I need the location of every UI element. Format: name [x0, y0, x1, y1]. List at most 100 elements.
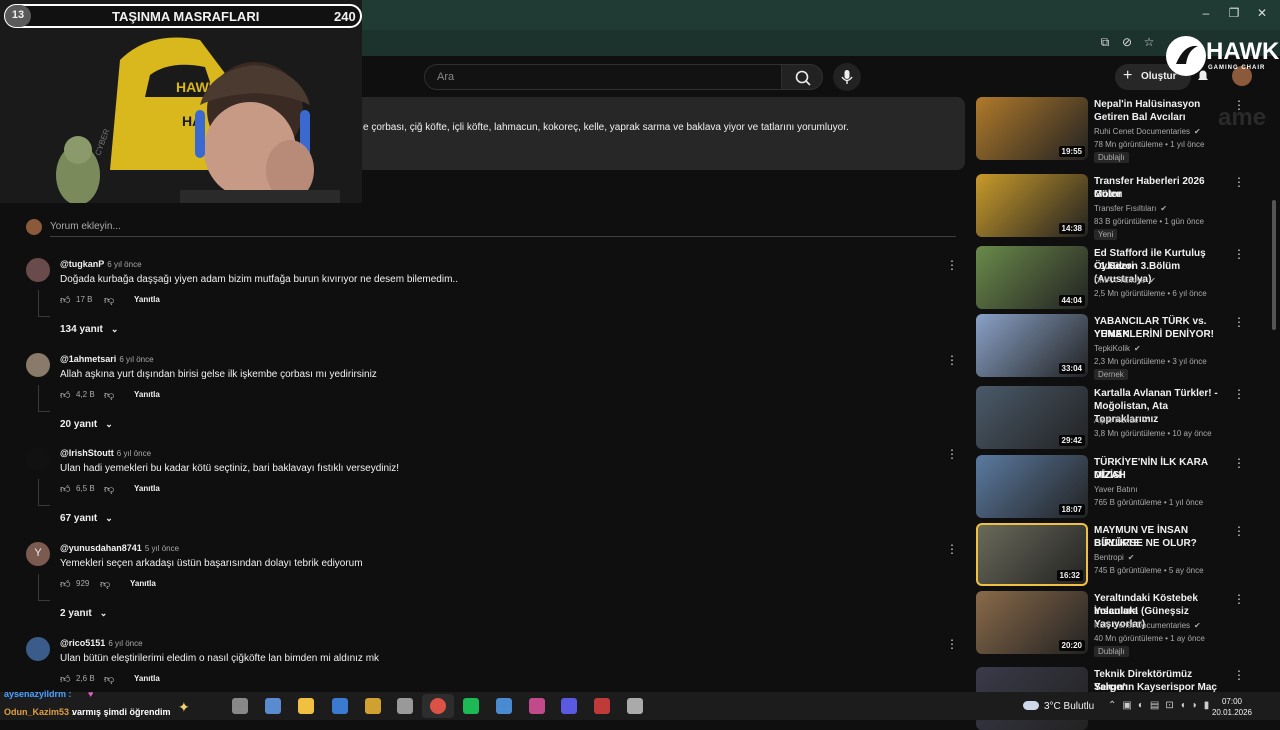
- video-thumbnail[interactable]: 18:07: [976, 455, 1088, 518]
- video-title[interactable]: DİZİSİ: [1094, 469, 1228, 482]
- search-button[interactable]: [781, 64, 823, 90]
- like-icon[interactable]: 👍︎: [60, 673, 70, 685]
- video-thumbnail[interactable]: 19:55: [976, 97, 1088, 160]
- video-menu-icon[interactable]: ⋮: [1233, 592, 1245, 606]
- video-channel[interactable]: Alper Rende ✔: [1094, 414, 1149, 427]
- close-window-button[interactable]: ✕: [1254, 6, 1270, 22]
- copilot-icon[interactable]: [265, 698, 281, 714]
- comment-avatar[interactable]: [26, 637, 50, 661]
- comment-avatar[interactable]: [26, 447, 50, 471]
- video-menu-icon[interactable]: ⋮: [1233, 315, 1245, 329]
- video-title[interactable]: Motor: [1094, 188, 1228, 201]
- view-replies-button[interactable]: 134 yanıt ⌄: [60, 324, 118, 335]
- like-icon[interactable]: 👍︎: [60, 389, 70, 401]
- video-channel[interactable]: Ruhi Cenet Documentaries ✔: [1094, 619, 1201, 632]
- comment-menu-icon[interactable]: ⋮: [946, 637, 958, 651]
- comment-author[interactable]: @rico5151 6 yıl önce: [60, 638, 143, 648]
- like-count: 17 B: [76, 295, 93, 304]
- reply-button[interactable]: Yanıtla: [130, 579, 156, 588]
- messenger-icon[interactable]: [529, 698, 545, 714]
- dislike-icon[interactable]: 👎︎: [104, 389, 114, 401]
- video-menu-icon[interactable]: ⋮: [1233, 668, 1245, 682]
- comment-avatar[interactable]: [26, 258, 50, 282]
- task-view-icon[interactable]: [232, 698, 248, 714]
- restore-button[interactable]: ❐: [1226, 6, 1242, 22]
- comment-time[interactable]: 6 yıl önce: [119, 355, 153, 364]
- page-scrollbar[interactable]: [1272, 200, 1276, 330]
- comment-avatar[interactable]: [26, 353, 50, 377]
- search-input[interactable]: Ara: [424, 64, 782, 90]
- comment-author[interactable]: @1ahmetsari 6 yıl önce: [60, 354, 154, 364]
- dislike-icon[interactable]: 👎︎: [104, 673, 114, 685]
- video-channel[interactable]: DMAX Turkiye ✔: [1094, 274, 1156, 287]
- comment-menu-icon[interactable]: ⋮: [946, 353, 958, 367]
- install-app-icon[interactable]: ⧉: [1097, 35, 1113, 51]
- comment-author[interactable]: @IrishStoutt 6 yıl önce: [60, 448, 151, 458]
- comment-menu-icon[interactable]: ⋮: [946, 542, 958, 556]
- bookmark-star-icon[interactable]: ☆: [1141, 35, 1157, 51]
- comment-menu-icon[interactable]: ⋮: [946, 258, 958, 272]
- video-title[interactable]: YEMEKLERİNİ DENİYOR!: [1094, 328, 1228, 341]
- reply-button[interactable]: Yanıtla: [134, 390, 160, 399]
- video-channel[interactable]: Ruhi Cenet Documentaries ✔: [1094, 125, 1201, 138]
- view-replies-button[interactable]: 2 yanıt ⌄: [60, 608, 107, 619]
- comment-author[interactable]: @tugkanP 6 yıl önce: [60, 259, 142, 269]
- dislike-icon[interactable]: 👎︎: [100, 578, 110, 590]
- minimize-button[interactable]: –: [1198, 6, 1214, 22]
- video-channel[interactable]: Bentropi ✔: [1094, 551, 1135, 564]
- video-title[interactable]: BÜYÜRSE NE OLUR?: [1094, 537, 1228, 550]
- video-thumbnail[interactable]: 29:42: [976, 386, 1088, 449]
- clock-time[interactable]: 07:00: [1214, 697, 1250, 706]
- comment-time[interactable]: 6 yıl önce: [117, 449, 151, 458]
- video-description[interactable]: e çorbası, çiğ köfte, içli köfte, lahmac…: [345, 97, 965, 170]
- like-icon[interactable]: 👍︎: [60, 294, 70, 306]
- dislike-icon[interactable]: 👎︎: [104, 483, 114, 495]
- outlook-icon[interactable]: [332, 698, 348, 714]
- clock-date[interactable]: 20.01.2026: [1202, 708, 1262, 717]
- reply-button[interactable]: Yanıtla: [134, 484, 160, 493]
- comment-time[interactable]: 5 yıl önce: [145, 544, 179, 553]
- comment-time[interactable]: 6 yıl önce: [108, 639, 142, 648]
- discord-icon[interactable]: [561, 698, 577, 714]
- video-thumbnail[interactable]: 16:32: [976, 523, 1088, 586]
- video-menu-icon[interactable]: ⋮: [1233, 387, 1245, 401]
- comment-time[interactable]: 6 yıl önce: [107, 260, 141, 269]
- like-icon[interactable]: 👍︎: [60, 578, 70, 590]
- video-menu-icon[interactable]: ⋮: [1233, 456, 1245, 470]
- video-menu-icon[interactable]: ⋮: [1233, 175, 1245, 189]
- hide-eye-icon[interactable]: ⊘: [1119, 35, 1135, 51]
- dislike-icon[interactable]: 👎︎: [104, 294, 114, 306]
- file-explorer-icon[interactable]: [365, 698, 381, 714]
- view-replies-button[interactable]: 67 yanıt ⌄: [60, 513, 113, 524]
- video-thumbnail[interactable]: 20:20: [976, 591, 1088, 654]
- voice-search-button[interactable]: [833, 63, 861, 91]
- video-channel[interactable]: TepkiKolik ✔: [1094, 342, 1141, 355]
- comment-avatar[interactable]: Y: [26, 542, 50, 566]
- add-comment-input[interactable]: Yorum ekleyin...: [50, 221, 121, 232]
- video-channel[interactable]: Transfer Fısıltıları ✔: [1094, 202, 1167, 215]
- video-thumbnail[interactable]: 14:38: [976, 174, 1088, 237]
- view-replies-button[interactable]: 20 yanıt ⌄: [60, 419, 113, 430]
- video-thumbnail[interactable]: 33:04: [976, 314, 1088, 377]
- obs-icon[interactable]: [594, 698, 610, 714]
- xbox-icon[interactable]: [397, 698, 413, 714]
- comment-menu-icon[interactable]: ⋮: [946, 447, 958, 461]
- like-icon[interactable]: 👍︎: [60, 483, 70, 495]
- video-menu-icon[interactable]: ⋮: [1233, 247, 1245, 261]
- reply-button[interactable]: Yanıtla: [134, 674, 160, 683]
- edge-icon[interactable]: [298, 698, 314, 714]
- video-title[interactable]: Nepal'in Halüsinasyon: [1094, 98, 1228, 111]
- video-channel[interactable]: Yaver Batını: [1094, 483, 1137, 496]
- spotify-icon[interactable]: [463, 698, 479, 714]
- reply-button[interactable]: Yanıtla: [134, 295, 160, 304]
- video-title[interactable]: Getiren Bal Avcıları: [1094, 111, 1228, 124]
- system-tray-icons[interactable]: ⌃▣◐▤⊡◖◗▮: [1108, 700, 1215, 711]
- comment-author[interactable]: @yunusdahan8741 5 yıl önce: [60, 543, 179, 553]
- settings-icon[interactable]: [627, 698, 643, 714]
- video-title[interactable]: Kartalla Avlanan Türkler! -: [1094, 387, 1228, 400]
- video-thumbnail[interactable]: 44:04: [976, 246, 1088, 309]
- video-menu-icon[interactable]: ⋮: [1233, 524, 1245, 538]
- chat-user-1: aysenazyildrm :: [4, 689, 72, 699]
- video-menu-icon[interactable]: ⋮: [1233, 98, 1245, 112]
- app-icon[interactable]: [496, 698, 512, 714]
